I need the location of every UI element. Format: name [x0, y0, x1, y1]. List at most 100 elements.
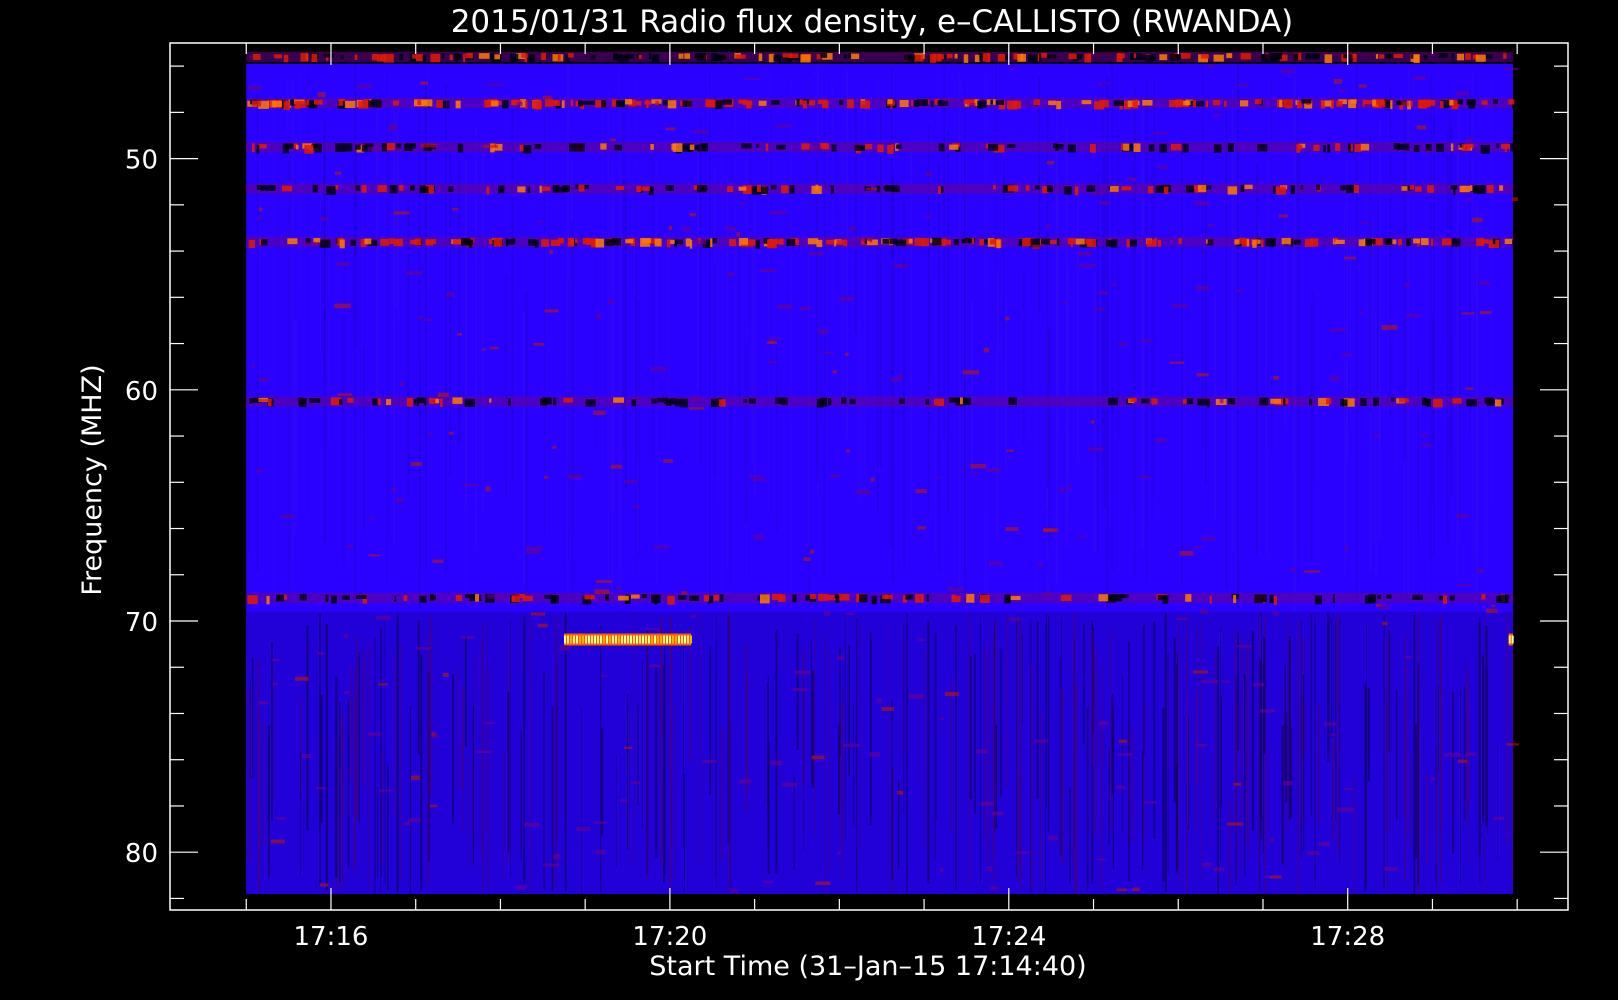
- noise-streak: [721, 126, 723, 596]
- noise-blob: [1337, 807, 1355, 812]
- noise-streak: [407, 224, 409, 482]
- noise-streak: [1231, 89, 1234, 552]
- noise-blob: [633, 396, 641, 399]
- noise-streak: [1023, 271, 1025, 445]
- noise-blob: [1195, 285, 1210, 291]
- noise-streak: [1265, 281, 1267, 555]
- noise-blob: [843, 743, 860, 747]
- band-segment: [561, 100, 565, 108]
- band-segment: [1163, 186, 1169, 195]
- noise-streak: [994, 617, 996, 833]
- band-segment: [618, 595, 629, 601]
- band-segment: [283, 101, 291, 110]
- band-segment: [974, 54, 980, 63]
- band-segment: [938, 186, 941, 195]
- noise-blob: [270, 839, 285, 844]
- noise-streak: [1072, 628, 1074, 864]
- noise-blob: [1421, 443, 1432, 447]
- noise-blob: [940, 868, 944, 873]
- noise-streak: [746, 677, 748, 793]
- noise-streak: [670, 630, 672, 884]
- burst-core: [618, 635, 620, 644]
- noise-streak: [917, 697, 919, 784]
- noise-streak: [522, 311, 525, 586]
- noise-blob: [487, 83, 503, 86]
- band-segment: [422, 99, 433, 107]
- noise-blob: [1213, 867, 1225, 872]
- band-segment: [854, 144, 866, 151]
- band-segment: [1451, 53, 1455, 62]
- band-segment: [1335, 239, 1345, 244]
- noise-streak: [720, 729, 723, 860]
- noise-streak: [841, 139, 844, 416]
- band-segment: [1270, 398, 1281, 404]
- noise-blob: [870, 477, 875, 482]
- noise-blob: [445, 292, 455, 297]
- band-segment: [1121, 594, 1129, 599]
- band-segment: [650, 144, 654, 150]
- noise-streak: [655, 666, 658, 858]
- noise-blob: [411, 462, 422, 466]
- noise-blob: [1236, 83, 1250, 86]
- band-segment: [1459, 185, 1470, 193]
- band-segment: [1123, 143, 1130, 151]
- band-segment: [756, 143, 760, 148]
- noise-blob: [740, 244, 754, 248]
- noise-streak: [627, 693, 629, 850]
- band-segment: [1112, 594, 1123, 602]
- noise-streak: [1083, 623, 1085, 745]
- band-segment: [489, 398, 492, 403]
- burst-core: [612, 635, 614, 644]
- band-segment: [335, 143, 345, 152]
- noise-streak: [520, 729, 522, 860]
- heatmap-area: [246, 51, 1520, 894]
- band-segment: [1183, 101, 1191, 106]
- band-segment: [1022, 238, 1031, 247]
- band-segment: [405, 143, 416, 149]
- band-segment: [718, 399, 726, 407]
- noise-streak: [642, 660, 643, 829]
- band-segment: [775, 239, 783, 245]
- noise-streak: [325, 623, 328, 891]
- band-segment: [1279, 99, 1283, 108]
- noise-blob: [490, 346, 499, 350]
- noise-streak: [633, 612, 635, 868]
- noise-streak: [1181, 144, 1183, 586]
- noise-streak: [1487, 668, 1488, 835]
- noise-blob: [1465, 387, 1474, 390]
- noise-streak: [1073, 612, 1076, 894]
- band-segment: [448, 186, 454, 192]
- noise-blob: [1358, 84, 1367, 88]
- band-segment: [801, 143, 811, 150]
- band-segment: [570, 99, 574, 107]
- band-segment: [414, 398, 417, 406]
- band-segment: [1133, 143, 1141, 152]
- noise-blob: [881, 707, 894, 711]
- band-segment: [265, 185, 276, 191]
- noise-streak: [950, 680, 952, 831]
- noise-streak: [840, 705, 843, 850]
- band-segment: [943, 239, 952, 245]
- noise-streak: [891, 700, 893, 880]
- band-segment: [710, 238, 713, 248]
- band-segment: [612, 238, 621, 246]
- noise-blob: [524, 822, 540, 827]
- band-segment: [682, 100, 692, 107]
- noise-streak: [1205, 181, 1207, 485]
- band-segment: [1409, 185, 1415, 190]
- band-segment: [339, 239, 345, 249]
- noise-streak: [750, 147, 751, 322]
- noise-blob: [1111, 283, 1117, 286]
- band-segment: [979, 239, 984, 246]
- band-segment: [1293, 53, 1299, 61]
- noise-streak: [1076, 684, 1078, 894]
- noise-blob: [416, 647, 430, 651]
- noise-streak: [1260, 612, 1262, 822]
- band-segment: [1272, 185, 1276, 194]
- noise-streak: [511, 97, 514, 481]
- band-segment: [822, 100, 829, 109]
- band-segment: [454, 53, 459, 62]
- noise-streak: [674, 702, 676, 869]
- noise-blob: [857, 236, 873, 241]
- noise-blob: [542, 95, 552, 100]
